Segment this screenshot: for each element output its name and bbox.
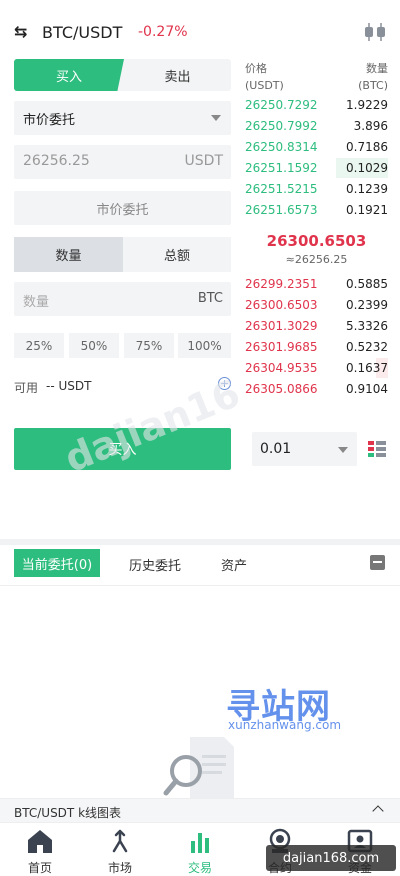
bid-qty: 0.1029 xyxy=(346,161,388,175)
bid-row[interactable]: 26250.8314 0.7186 xyxy=(245,137,388,157)
bid-price: 26251.6573 xyxy=(245,203,318,217)
ask-price: 26300.6503 xyxy=(245,298,318,312)
watermark-badge: dajian168.com xyxy=(266,845,396,871)
bid-row[interactable]: 26251.6573 0.1921 xyxy=(245,200,388,220)
ask-price: 26301.3029 xyxy=(245,319,318,333)
ask-price: 26304.9535 xyxy=(245,361,318,375)
bid-row[interactable]: 26250.7992 3.896 xyxy=(245,116,388,136)
ask-qty: 0.1637 xyxy=(346,361,388,375)
order-type-value: 市价委托 xyxy=(23,112,76,128)
quantity-input[interactable]: 数量 BTC xyxy=(14,282,231,316)
price-input[interactable]: 26256.25 USDT xyxy=(14,145,231,179)
bid-price: 26250.8314 xyxy=(245,140,318,154)
amount-tabs: 数量 总额 xyxy=(14,237,231,272)
tab-total[interactable]: 总额 xyxy=(123,237,231,272)
ask-row[interactable]: 26301.9685 0.5232 xyxy=(245,337,388,357)
ask-qty: 5.3326 xyxy=(346,319,388,333)
kline-label: BTC/USDT k线图表 xyxy=(14,806,122,820)
caret-down-icon xyxy=(338,447,348,453)
ask-row[interactable]: 26299.2351 0.5885 xyxy=(245,274,388,294)
tab-sell[interactable]: 卖出 xyxy=(124,59,231,91)
nav-market[interactable]: 市场 xyxy=(80,823,160,876)
header: ⇆ BTC/USDT -0.27% xyxy=(0,0,400,60)
tab-quantity[interactable]: 数量 xyxy=(14,237,123,272)
bid-row[interactable]: 26251.5215 0.1239 xyxy=(245,179,388,199)
bid-row[interactable]: 26251.1592 0.1029 xyxy=(245,158,388,178)
candlestick-icon[interactable] xyxy=(362,21,388,43)
ask-qty: 0.5885 xyxy=(346,277,388,291)
caret-down-icon xyxy=(211,115,221,121)
bid-qty: 0.1239 xyxy=(346,182,388,196)
bid-price: 26251.5215 xyxy=(245,182,318,196)
nav-home[interactable]: 首页 xyxy=(0,823,80,876)
percent-buttons: 25% 50% 75% 100% xyxy=(14,333,231,358)
pair-title[interactable]: BTC/USDT xyxy=(42,23,122,42)
price-header: 价格 xyxy=(245,62,267,75)
percent-50-button[interactable]: 50% xyxy=(69,333,119,358)
section-divider xyxy=(0,539,400,545)
tab-current-orders[interactable]: 当前委托(0) xyxy=(14,549,100,577)
ask-price: 26305.0866 xyxy=(245,382,318,396)
percent-100-button[interactable]: 100% xyxy=(178,333,231,358)
available-label: 可用 xyxy=(14,381,39,395)
bid-qty: 0.7186 xyxy=(346,140,388,154)
chevron-up-icon[interactable] xyxy=(372,805,384,817)
book-layout-icon[interactable] xyxy=(368,441,386,457)
ask-qty: 0.5232 xyxy=(346,340,388,354)
ask-price: 26301.9685 xyxy=(245,340,318,354)
market-order-button[interactable]: 市价委托 xyxy=(14,191,231,225)
price-unit: USDT xyxy=(184,153,223,169)
qty-unit-header: (BTC) xyxy=(358,79,388,92)
percent-75-button[interactable]: 75% xyxy=(124,333,174,358)
last-price-converted: ≈26256.25 xyxy=(285,253,348,266)
trade-chart-icon xyxy=(191,833,209,853)
side-tabs: 买入 卖出 xyxy=(14,59,231,91)
order-type-select[interactable]: 市价委托 xyxy=(14,101,231,135)
nav-market-label: 市场 xyxy=(107,861,132,875)
depth-value: 0.01 xyxy=(260,441,292,457)
nav-trade-label: 交易 xyxy=(187,861,212,875)
bid-price: 26251.1592 xyxy=(245,161,318,175)
bid-qty: 1.9229 xyxy=(346,98,388,112)
available-amount: -- USDT xyxy=(46,379,92,393)
swap-icon[interactable]: ⇆ xyxy=(14,22,27,41)
watermark-subtitle: xunzhanwang.com xyxy=(228,718,342,732)
last-price: 26300.6503 xyxy=(266,232,367,250)
tab-assets[interactable]: 资产 xyxy=(221,555,247,574)
quantity-unit: BTC xyxy=(197,291,223,306)
price-unit-header: (USDT) xyxy=(245,79,284,92)
ask-row[interactable]: 26301.3029 5.3326 xyxy=(245,316,388,336)
price-value: 26256.25 xyxy=(23,153,90,169)
qty-header: 数量 xyxy=(366,62,388,75)
tab-order-history[interactable]: 历史委托 xyxy=(129,555,181,574)
depth-select[interactable]: 0.01 xyxy=(252,432,357,466)
quantity-placeholder: 数量 xyxy=(23,295,50,310)
empty-search-icon xyxy=(163,737,234,800)
ask-row[interactable]: 26305.0866 0.9104 xyxy=(245,379,388,399)
ask-price: 26299.2351 xyxy=(245,277,318,291)
nav-trade[interactable]: 交易 xyxy=(160,823,240,876)
order-book-header: 价格 (USDT) 数量 (BTC) xyxy=(245,58,388,94)
kline-toggle-bar[interactable]: BTC/USDT k线图表 xyxy=(0,798,400,822)
ask-row[interactable]: 26304.9535 0.1637 xyxy=(245,358,388,378)
tab-buy[interactable]: 买入 xyxy=(14,59,124,91)
bid-price: 26250.7292 xyxy=(245,98,318,112)
ask-qty: 0.9104 xyxy=(346,382,388,396)
ask-qty: 0.2399 xyxy=(346,298,388,312)
home-icon xyxy=(28,830,52,853)
bid-qty: 0.1921 xyxy=(346,203,388,217)
bid-row[interactable]: 26250.7292 1.9229 xyxy=(245,95,388,115)
bid-qty: 3.896 xyxy=(353,119,388,133)
nav-home-label: 首页 xyxy=(27,861,52,875)
orders-list-icon[interactable] xyxy=(370,555,385,570)
price-change: -0.27% xyxy=(138,24,188,40)
bid-price: 26250.7992 xyxy=(245,119,318,133)
market-icon xyxy=(112,829,128,853)
order-tabs: 当前委托(0) 历史委托 资产 xyxy=(0,546,400,586)
ask-row[interactable]: 26300.6503 0.2399 xyxy=(245,295,388,315)
percent-25-button[interactable]: 25% xyxy=(14,333,64,358)
